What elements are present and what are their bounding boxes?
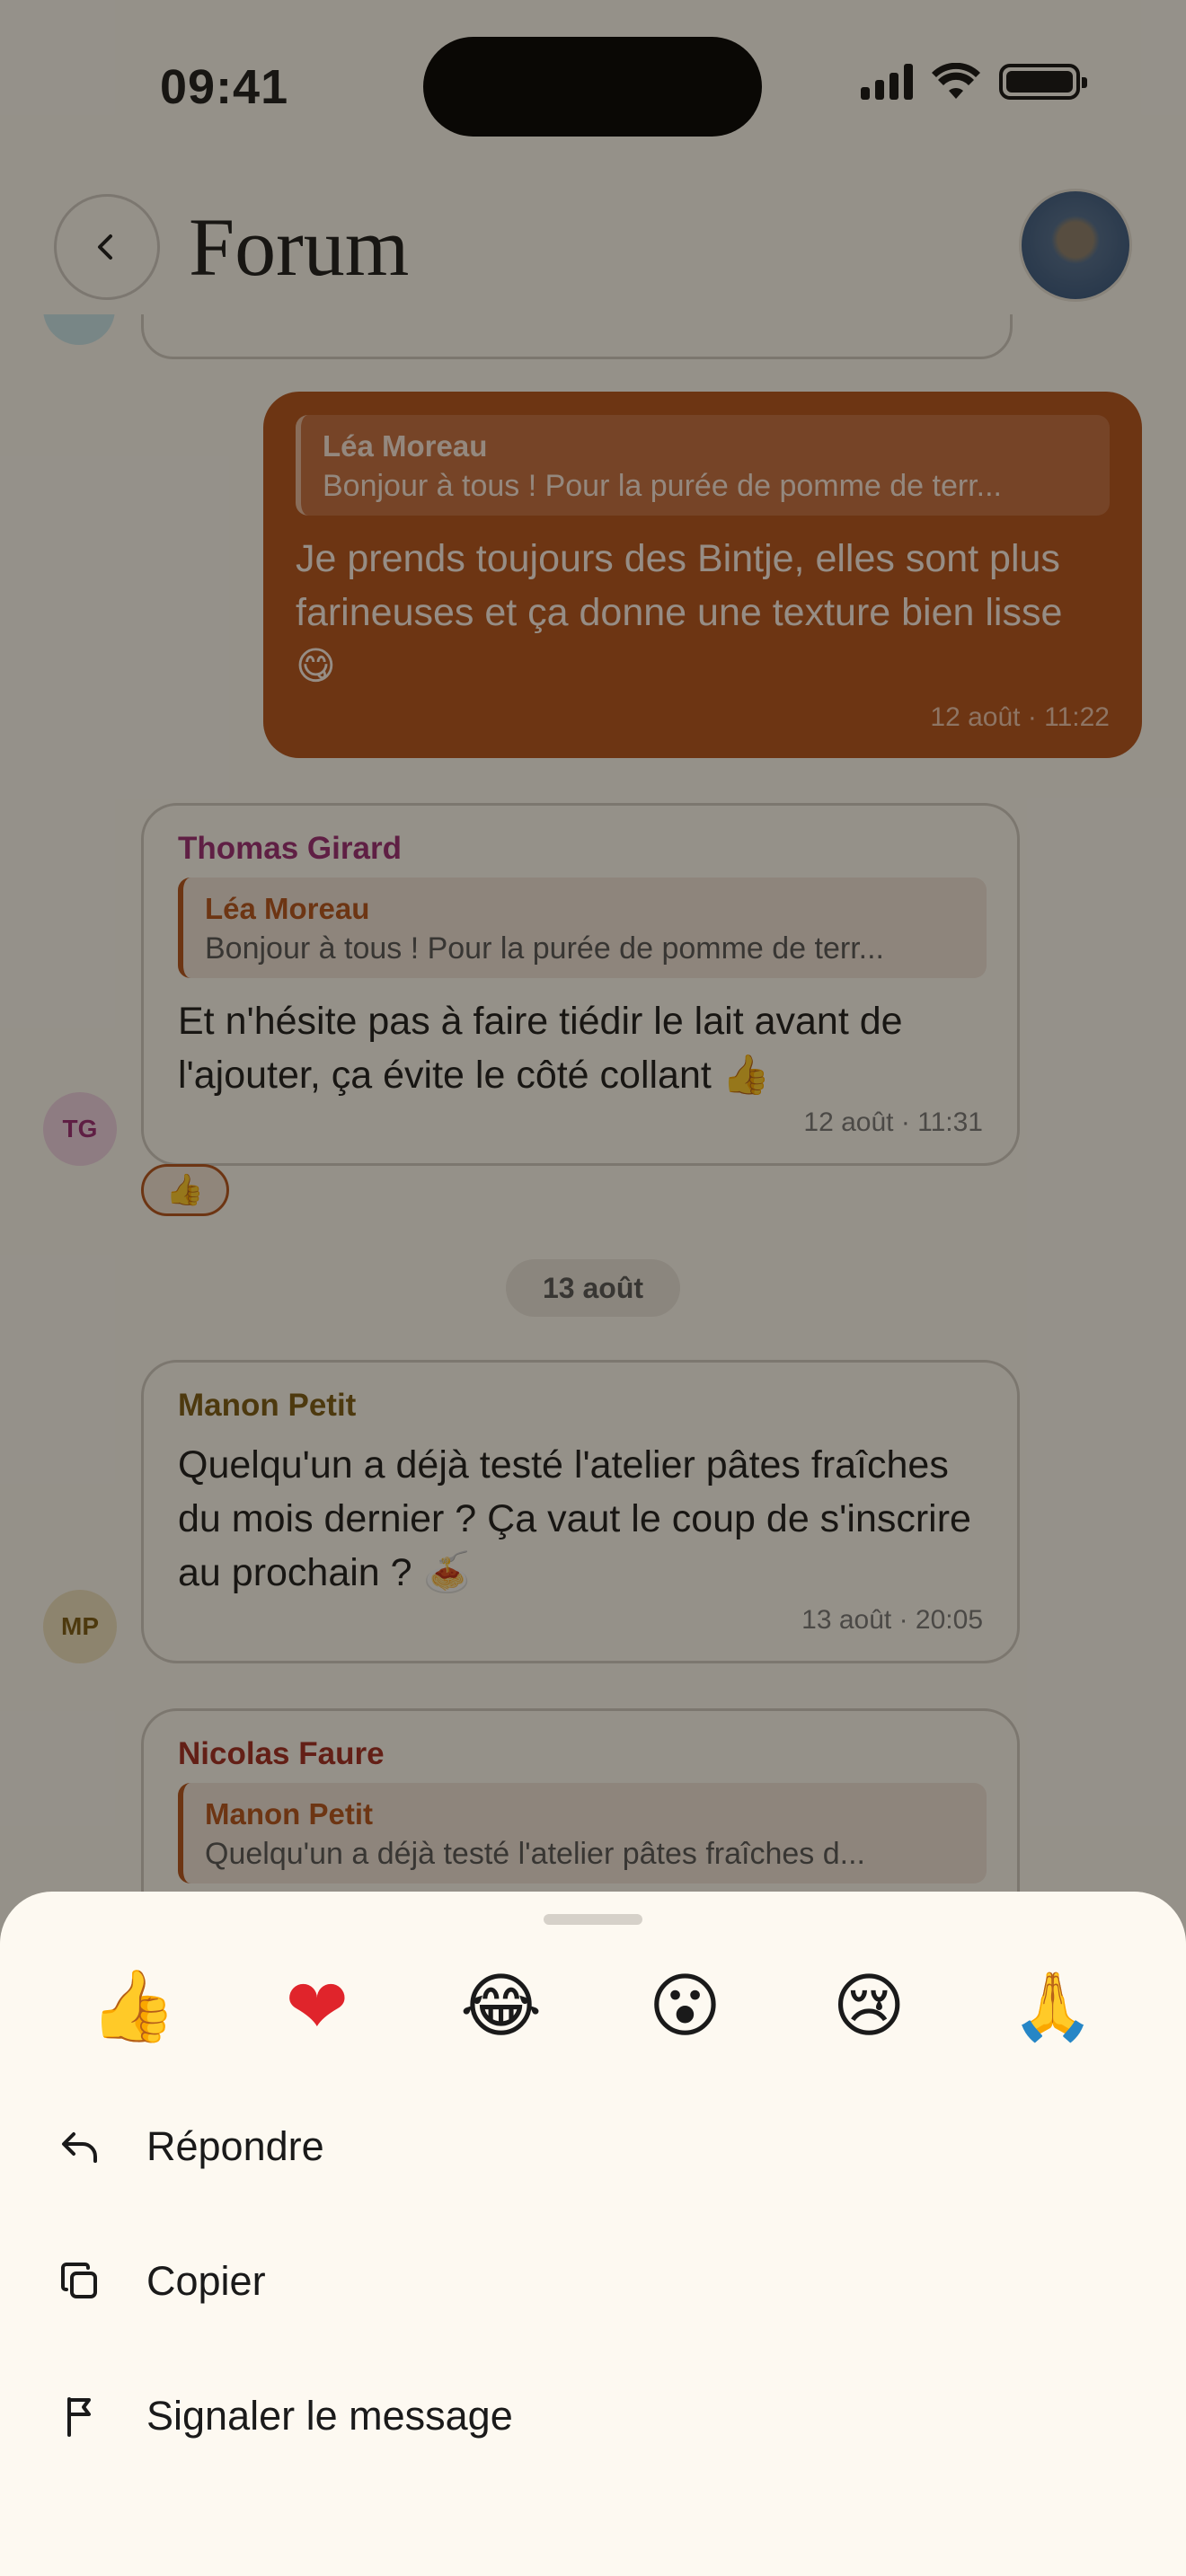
reaction-heart[interactable]: ❤ (229, 1963, 405, 2051)
reaction-surprised[interactable]: 😮 (597, 1963, 773, 2050)
copy-label: Copier (146, 2258, 266, 2304)
message-actions-sheet: 👍 ❤ 😂 😮 😢 🙏 Répondre Copier Signaler le … (0, 1892, 1186, 2576)
reaction-laughing[interactable]: 😂 (413, 1963, 589, 2050)
copy-action[interactable]: Copier (0, 2214, 1186, 2349)
reply-arrow-icon (58, 2124, 102, 2169)
report-action[interactable]: Signaler le message (0, 2349, 1186, 2483)
pray-icon: 🙏 (1011, 1967, 1095, 2045)
reaction-pray[interactable]: 🙏 (965, 1963, 1141, 2050)
flag-icon (58, 2394, 102, 2439)
reaction-thumbs-up[interactable]: 👍 (45, 1963, 221, 2050)
report-label: Signaler le message (146, 2393, 513, 2439)
heart-icon: ❤ (285, 1963, 349, 2051)
copy-icon (58, 2259, 102, 2304)
forum-screen: 09:41 Forum Léa Moreau Bonjour à tous ! … (0, 0, 1186, 2576)
reaction-picker: 👍 ❤ 😂 😮 😢 🙏 (45, 1963, 1141, 2051)
reply-label: Répondre (146, 2123, 324, 2169)
reaction-sad[interactable]: 😢 (781, 1963, 957, 2050)
reply-action[interactable]: Répondre (0, 2079, 1186, 2214)
sheet-grabber[interactable] (544, 1914, 642, 1925)
